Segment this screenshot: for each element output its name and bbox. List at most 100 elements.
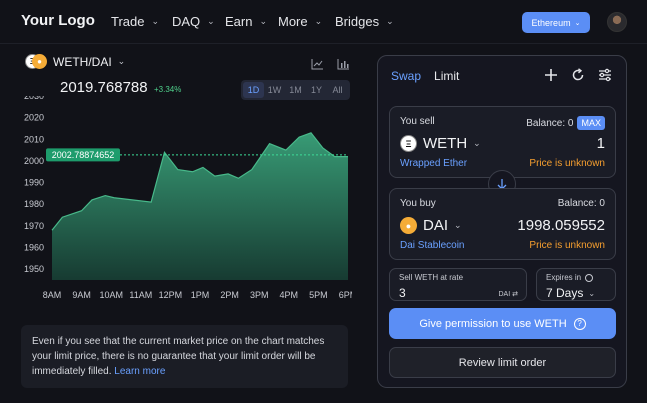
x-tick-label: 6PM <box>339 290 352 300</box>
current-price: 2019.768788 <box>60 79 148 96</box>
x-tick-label: 2PM <box>220 290 239 300</box>
x-tick-label: 8AM <box>43 290 62 300</box>
plus-icon[interactable] <box>544 68 558 82</box>
settings-sliders-icon[interactable] <box>598 68 612 82</box>
y-tick-label: 1980 <box>24 199 44 209</box>
line-chart-icon[interactable] <box>311 57 324 70</box>
nav-item-label: More <box>278 14 308 29</box>
trade-panel: Swap Limit You sell Balance: 0 MAX Ξ WET… <box>377 55 627 388</box>
chevron-down-icon: ⌄ <box>588 288 596 298</box>
x-tick-label: 3PM <box>250 290 269 300</box>
pair-selector[interactable]: Ξ ● WETH/DAI ⌄ <box>25 54 125 69</box>
tab-swap[interactable]: Swap <box>391 69 421 83</box>
review-limit-order-button[interactable]: Review limit order <box>389 347 616 378</box>
chevron-down-icon: ⌄ <box>473 138 481 148</box>
top-nav: Your Logo Trade ⌄ DAQ ⌄ Earn ⌄ More ⌄ Bridge… <box>0 0 647 44</box>
sell-token-name: Wrapped Ether <box>400 158 468 169</box>
x-tick-label: 10AM <box>99 290 123 300</box>
y-tick-label: 2010 <box>24 134 44 144</box>
learn-more-link[interactable]: Learn more <box>114 366 165 377</box>
price-change: +3.34% <box>154 85 182 94</box>
sell-amount-input[interactable]: 1 <box>597 135 605 152</box>
buy-label: You buy <box>400 198 436 209</box>
y-tick-label: 2030 <box>24 96 44 101</box>
sell-box: You sell Balance: 0 MAX Ξ WETH ⌄ 1 Wrapp… <box>389 106 616 178</box>
info-icon <box>585 273 594 282</box>
sell-token-symbol: WETH <box>423 135 468 152</box>
price-chart: 1950 1960 1970 1980 1990 2000 2010 2020 2030 2002… <box>24 96 352 300</box>
y-tick-label: 1960 <box>24 243 44 253</box>
give-permission-button[interactable]: Give permission to use WETH ? <box>389 308 616 339</box>
dai-token-icon: ● <box>400 217 417 234</box>
nav-item-label: Earn <box>225 14 253 29</box>
rate-input[interactable]: Sell WETH at rate 3 DAI ⇄ <box>389 268 527 301</box>
sell-balance-text: Balance: 0 <box>526 117 574 129</box>
question-icon: ? <box>573 317 586 330</box>
avatar[interactable] <box>607 12 627 32</box>
give-permission-label: Give permission to use WETH <box>419 317 567 330</box>
nav-item-more[interactable]: More ⌄ <box>278 14 322 29</box>
max-button[interactable]: MAX <box>577 116 605 130</box>
buy-amount-input[interactable]: 1998.059552 <box>517 217 605 234</box>
expiry-value: 7 Days ⌄ <box>546 286 595 300</box>
x-tick-label: 5PM <box>309 290 328 300</box>
expiry-selector[interactable]: Expires in 7 Days ⌄ <box>536 268 616 301</box>
chevron-down-icon: ⌄ <box>314 16 323 26</box>
nav-item-label: DAQ <box>172 14 201 29</box>
chevron-down-icon: ⌄ <box>207 16 215 26</box>
buy-box: You buy Balance: 0 ● DAI ⌄ 1998.059552 D… <box>389 188 616 260</box>
expiry-label-text: Expires in <box>546 273 582 282</box>
chevron-down-icon: ⌄ <box>454 220 462 230</box>
sell-price-status: Price is unknown <box>529 158 605 169</box>
buy-balance: Balance: 0 <box>557 198 605 209</box>
trade-tabs: Swap Limit <box>391 69 459 83</box>
nav-item-earn[interactable]: Earn ⌄ <box>225 14 267 29</box>
expiry-label: Expires in <box>546 273 594 282</box>
x-tick-label: 9AM <box>72 290 91 300</box>
sell-balance: Balance: 0 MAX <box>526 116 605 130</box>
rate-label: Sell WETH at rate <box>399 273 464 282</box>
x-tick-label: 1PM <box>191 290 210 300</box>
chevron-down-icon: ⌄ <box>117 56 126 66</box>
logo[interactable]: Your Logo <box>21 12 95 29</box>
refresh-icon[interactable] <box>571 68 585 82</box>
limit-order-notice: Even if you see that the current market … <box>21 325 348 388</box>
reference-label: 2002.78874652 <box>52 150 115 160</box>
x-tick-label: 11AM <box>129 290 152 300</box>
y-tick-label: 1990 <box>24 178 44 188</box>
y-tick-label: 1970 <box>24 221 44 231</box>
buy-token-name: Dai Stablecoin <box>400 240 465 251</box>
weth-token-icon: Ξ <box>400 135 417 152</box>
chevron-down-icon: ⌄ <box>151 16 160 26</box>
nav-item-daq[interactable]: DAQ ⌄ <box>172 14 215 29</box>
nav-item-label: Trade <box>111 14 145 29</box>
network-label: Ethereum <box>531 17 571 28</box>
x-tick-label: 4PM <box>280 290 299 300</box>
expiry-value-text: 7 Days <box>546 286 584 300</box>
rate-unit: DAI ⇄ <box>499 290 519 298</box>
y-tick-label: 1950 <box>24 264 44 274</box>
y-tick-label: 2020 <box>24 113 44 123</box>
nav-item-bridges[interactable]: Bridges ⌄ <box>335 14 394 29</box>
dai-token-icon: ● <box>32 54 47 69</box>
x-tick-label: 12PM <box>159 290 183 300</box>
bar-chart-icon[interactable] <box>337 57 350 70</box>
swap-icon[interactable]: ⇄ <box>512 291 518 298</box>
chevron-down-icon: ⌄ <box>386 16 394 26</box>
nav-item-trade[interactable]: Trade ⌄ <box>111 14 159 29</box>
chart-type-toolbar <box>311 57 350 70</box>
tab-limit[interactable]: Limit <box>434 69 459 83</box>
sell-token-selector[interactable]: Ξ WETH ⌄ <box>400 135 481 152</box>
notice-text: Even if you see that the current market … <box>32 336 325 377</box>
buy-price-status: Price is unknown <box>529 240 605 251</box>
pair-label: WETH/DAI <box>53 54 112 69</box>
network-selector[interactable]: Ethereum ⌄ <box>522 12 590 33</box>
nav-item-label: Bridges <box>335 14 380 29</box>
rate-unit-label: DAI <box>498 291 511 298</box>
rate-value: 3 <box>399 286 406 300</box>
sell-label: You sell <box>400 116 435 127</box>
chevron-down-icon: ⌄ <box>574 19 581 27</box>
buy-token-selector[interactable]: ● DAI ⌄ <box>400 217 462 234</box>
y-tick-label: 2000 <box>24 156 44 166</box>
panel-toolbar <box>544 68 612 82</box>
